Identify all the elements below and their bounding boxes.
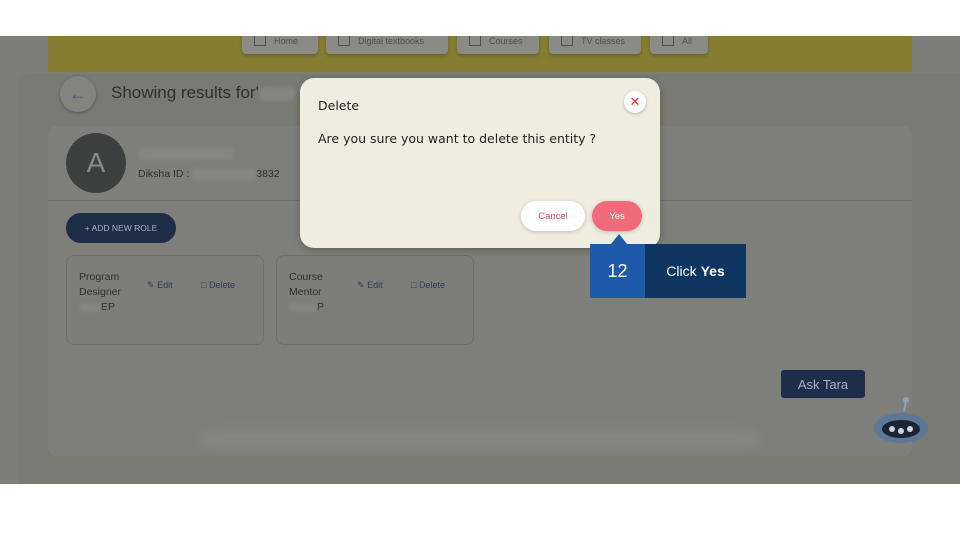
redacted-user-name — [138, 148, 234, 160]
role-org-suffix: P — [317, 301, 325, 313]
role-title-line: P — [289, 300, 349, 315]
tab-all[interactable]: All — [650, 36, 708, 54]
pencil-icon: ✎ — [147, 280, 155, 290]
role-title-line: Mentor — [289, 286, 322, 298]
diksha-id: Diksha ID : 3832 — [138, 168, 280, 180]
callout-instruction: Click Yes — [645, 244, 746, 298]
diksha-id-suffix: 3832 — [256, 168, 280, 180]
role-title-line: Program — [79, 271, 120, 283]
avatar: A — [66, 133, 126, 193]
header-bar: Home Digital textbooks Courses TV classe… — [48, 36, 912, 72]
edit-label: Edit — [367, 280, 383, 290]
delete-dialog: Delete ✕ Are you sure you want to delete… — [300, 78, 660, 248]
bottom-bar-shadow — [200, 430, 760, 448]
tab-courses[interactable]: Courses — [457, 36, 539, 54]
cancel-button[interactable]: Cancel — [521, 201, 585, 231]
edit-label: Edit — [157, 280, 173, 290]
tab-home-label: Home — [274, 36, 299, 46]
trash-icon: □ — [201, 280, 207, 290]
trash-icon: □ — [411, 280, 417, 290]
role-title-line: EP — [79, 300, 139, 315]
close-button[interactable]: ✕ — [624, 91, 646, 113]
tab-all-label: All — [682, 36, 693, 46]
edit-role-button[interactable]: ✎ Edit — [357, 280, 383, 291]
diksha-id-label: Diksha ID : — [138, 168, 190, 180]
callout-pointer — [611, 234, 627, 244]
book-icon — [338, 36, 350, 46]
robot-assistant-icon[interactable] — [870, 395, 932, 445]
pencil-icon: ✎ — [357, 280, 365, 290]
role-card-program-designer: Program Designer EP ✎ Edit □ Delete — [66, 255, 264, 345]
page-title: Showing results for' — [111, 83, 295, 103]
redacted-query — [258, 86, 295, 101]
tab-digital-textbooks-label: Digital textbooks — [358, 36, 425, 46]
back-button[interactable]: ← — [60, 76, 96, 112]
dialog-message: Are you sure you want to delete this ent… — [318, 131, 597, 146]
courses-icon — [469, 36, 481, 46]
yes-label: Yes — [609, 210, 625, 222]
grid-icon — [662, 36, 674, 46]
delete-role-button[interactable]: □ Delete — [201, 280, 235, 290]
yes-button[interactable]: Yes — [592, 201, 642, 231]
role-title: Program Designer EP — [79, 270, 139, 315]
callout-target: Yes — [700, 263, 725, 279]
role-org-suffix: EP — [101, 301, 116, 313]
redacted-org — [289, 302, 317, 312]
ask-tara-button[interactable]: Ask Tara — [781, 370, 865, 398]
page-title-text: Showing results for' — [111, 83, 259, 102]
arrow-left-icon: ← — [69, 83, 87, 104]
close-icon: ✕ — [629, 94, 641, 109]
avatar-letter: A — [86, 147, 106, 178]
delete-label: Delete — [208, 280, 235, 290]
tab-digital-textbooks[interactable]: Digital textbooks — [326, 36, 448, 54]
callout-prefix: Click — [666, 263, 697, 279]
add-new-role-button[interactable]: + ADD NEW ROLE — [66, 213, 176, 243]
ask-tara-label: Ask Tara — [797, 376, 849, 392]
role-title: Course Mentor P — [289, 270, 349, 315]
redacted-org — [79, 302, 101, 312]
role-title-line: Course — [289, 271, 323, 283]
tab-courses-label: Courses — [489, 36, 523, 46]
redacted-diksha-id — [192, 168, 257, 180]
delete-role-button[interactable]: □ Delete — [411, 280, 445, 290]
role-title-line: Designer — [79, 286, 122, 298]
callout-step-number: 12 — [590, 244, 645, 298]
home-icon — [254, 36, 266, 46]
dialog-title: Delete — [318, 98, 360, 113]
cancel-label: Cancel — [538, 210, 568, 222]
tv-icon — [561, 36, 573, 46]
tab-tv-classes-label: TV classes — [581, 36, 626, 46]
delete-label: Delete — [418, 280, 445, 290]
tab-tv-classes[interactable]: TV classes — [549, 36, 641, 54]
add-new-role-label: + ADD NEW ROLE — [84, 223, 158, 233]
tab-home[interactable]: Home — [242, 36, 318, 54]
edit-role-button[interactable]: ✎ Edit — [147, 280, 173, 291]
role-card-course-mentor: Course Mentor P ✎ Edit □ Delete — [276, 255, 474, 345]
